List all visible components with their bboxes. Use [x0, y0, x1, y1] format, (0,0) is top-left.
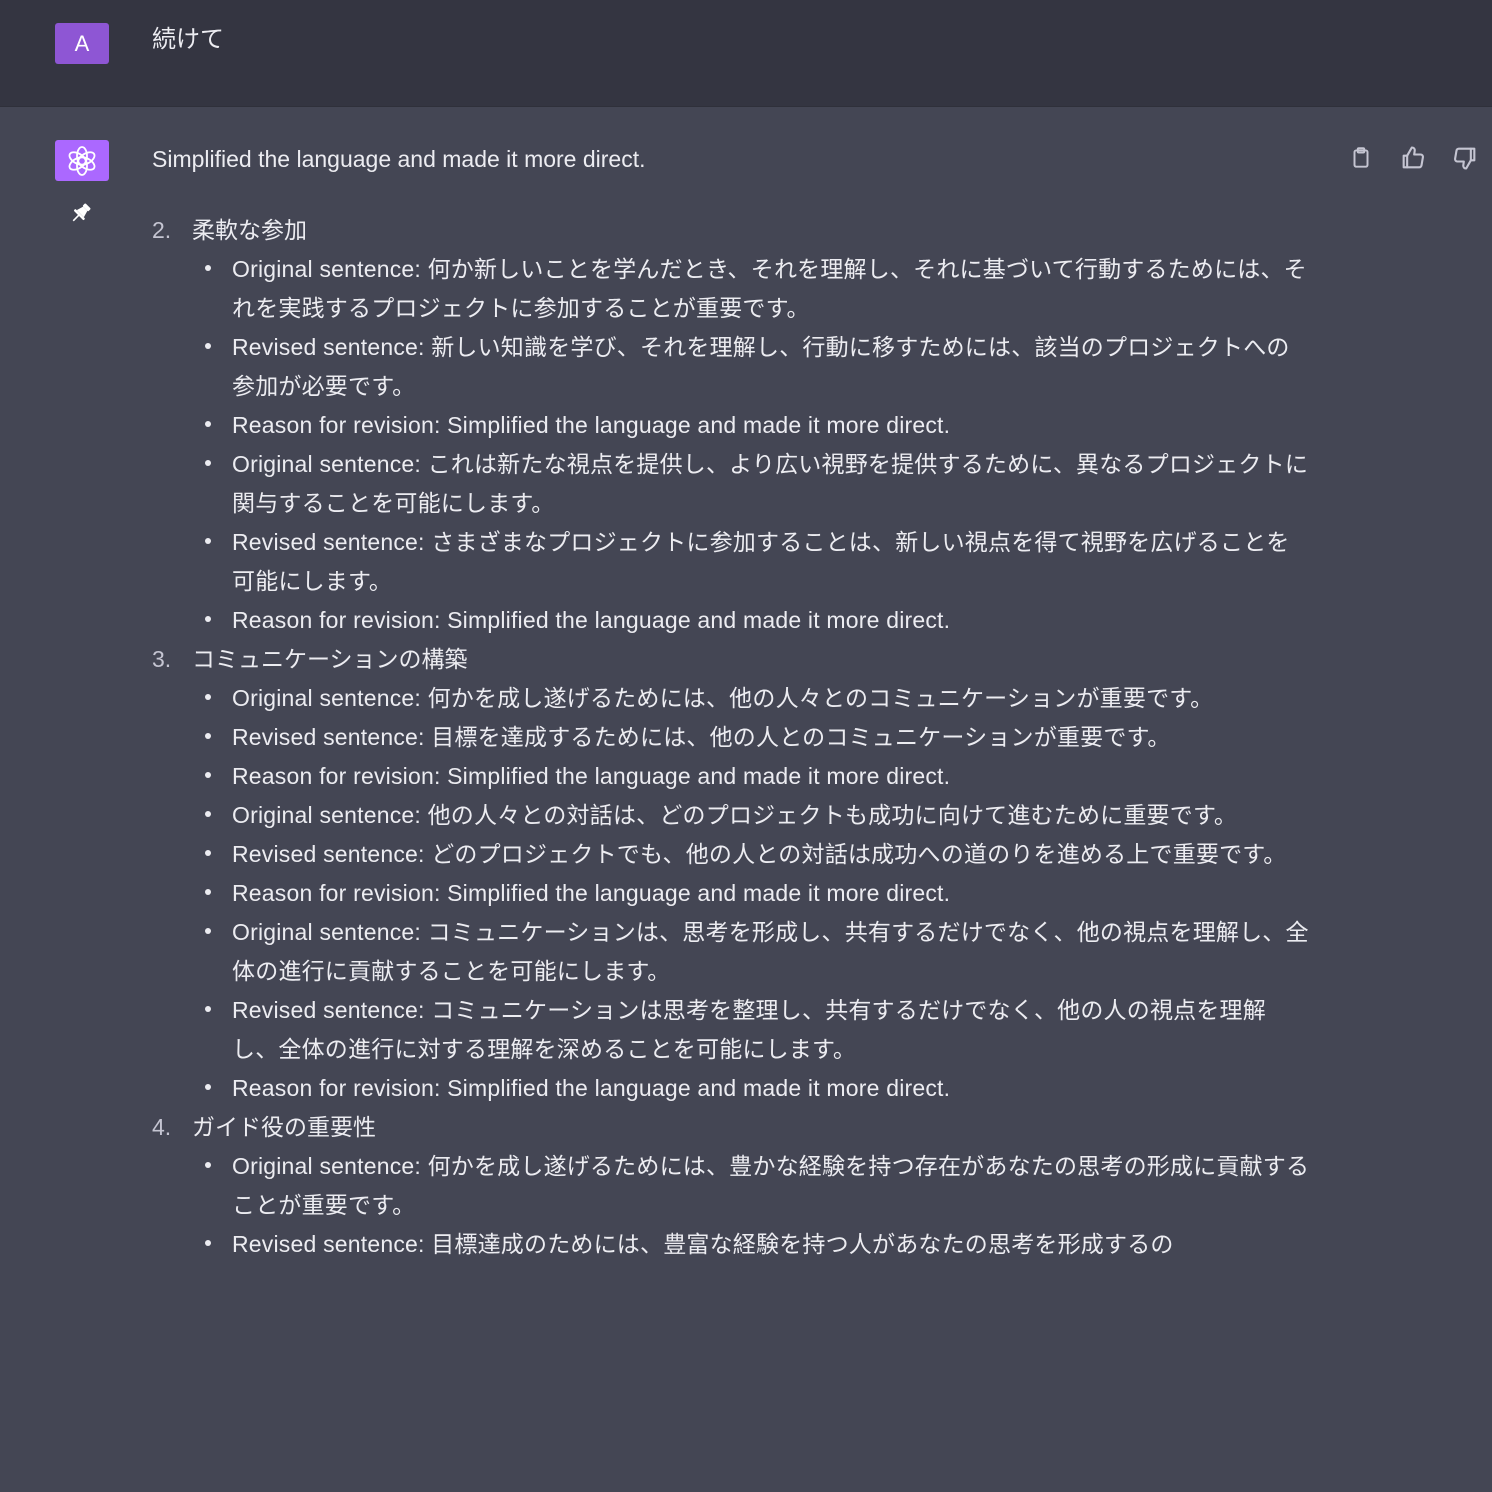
- list-item: Original sentence: 何かを成し遂げるためには、他の人々とのコミ…: [205, 679, 1312, 718]
- section-title: コミュニケーションの構築: [192, 646, 468, 672]
- list-item: Reason for revision: Simplified the lang…: [205, 601, 1312, 640]
- pin-icon[interactable]: [66, 198, 96, 228]
- thumbs-up-icon[interactable]: [1398, 143, 1428, 173]
- list-item: Revised sentence: さまざまなプロジェクトに参加することは、新し…: [205, 523, 1312, 601]
- list-item: Revised sentence: 目標達成のためには、豊富な経験を持つ人があな…: [205, 1225, 1312, 1264]
- list-item: Reason for revision: Simplified the lang…: [205, 406, 1312, 445]
- section-title: 柔軟な参加: [192, 217, 307, 243]
- bullet-list: Original sentence: 何か新しいことを学んだとき、それを理解し、…: [152, 250, 1312, 640]
- list-item: Reason for revision: Simplified the lang…: [205, 1069, 1312, 1108]
- section-communication: 3. コミュニケーションの構築 Original sentence: 何かを成し…: [152, 640, 1312, 1108]
- bullet-list: Original sentence: 何かを成し遂げるためには、豊かな経験を持つ…: [152, 1147, 1312, 1264]
- list-item: Revised sentence: どのプロジェクトでも、他の人との対話は成功へ…: [205, 835, 1312, 874]
- clipboard-icon[interactable]: [1346, 143, 1376, 173]
- section-heading: 2. 柔軟な参加: [152, 211, 1312, 250]
- section-title: ガイド役の重要性: [192, 1114, 376, 1140]
- section-flexible-participation: 2. 柔軟な参加 Original sentence: 何か新しいことを学んだと…: [152, 211, 1312, 640]
- section-guide-importance: 4. ガイド役の重要性 Original sentence: 何かを成し遂げるた…: [152, 1108, 1312, 1264]
- bullet-list: Original sentence: 何かを成し遂げるためには、他の人々とのコミ…: [152, 679, 1312, 1108]
- section-number: 4.: [152, 1114, 172, 1140]
- list-item: Reason for revision: Simplified the lang…: [205, 874, 1312, 913]
- message-actions: [1346, 143, 1480, 173]
- section-number: 3.: [152, 646, 172, 672]
- section-heading: 3. コミュニケーションの構築: [152, 640, 1312, 679]
- user-message-text: 続けて: [152, 26, 224, 53]
- assistant-message-content: Simplified the language and made it more…: [152, 141, 1312, 1264]
- user-avatar: A: [55, 23, 109, 64]
- list-item: Original sentence: 何かを成し遂げるためには、豊かな経験を持つ…: [205, 1147, 1312, 1225]
- list-item: Revised sentence: 目標を達成するためには、他の人とのコミュニケ…: [205, 718, 1312, 757]
- list-item: Original sentence: 何か新しいことを学んだとき、それを理解し、…: [205, 250, 1312, 328]
- list-item: Revised sentence: コミュニケーションは思考を整理し、共有するだ…: [205, 991, 1312, 1069]
- list-item: Reason for revision: Simplified the lang…: [205, 757, 1312, 796]
- list-item: Revised sentence: 新しい知識を学び、それを理解し、行動に移すた…: [205, 328, 1312, 406]
- intro-text: Simplified the language and made it more…: [152, 146, 646, 172]
- user-message-block: A 続けて: [0, 0, 1492, 107]
- thumbs-down-icon[interactable]: [1450, 143, 1480, 173]
- openai-logo-icon: [55, 140, 109, 181]
- list-item: Original sentence: 他の人々との対話は、どのプロジェクトも成功…: [205, 796, 1312, 835]
- section-number: 2.: [152, 217, 172, 243]
- list-item: Original sentence: これは新たな視点を提供し、より広い視野を提…: [205, 445, 1312, 523]
- list-item: Original sentence: コミュニケーションは、思考を形成し、共有す…: [205, 913, 1312, 991]
- section-heading: 4. ガイド役の重要性: [152, 1108, 1312, 1147]
- assistant-message-block: Simplified the language and made it more…: [0, 107, 1492, 1492]
